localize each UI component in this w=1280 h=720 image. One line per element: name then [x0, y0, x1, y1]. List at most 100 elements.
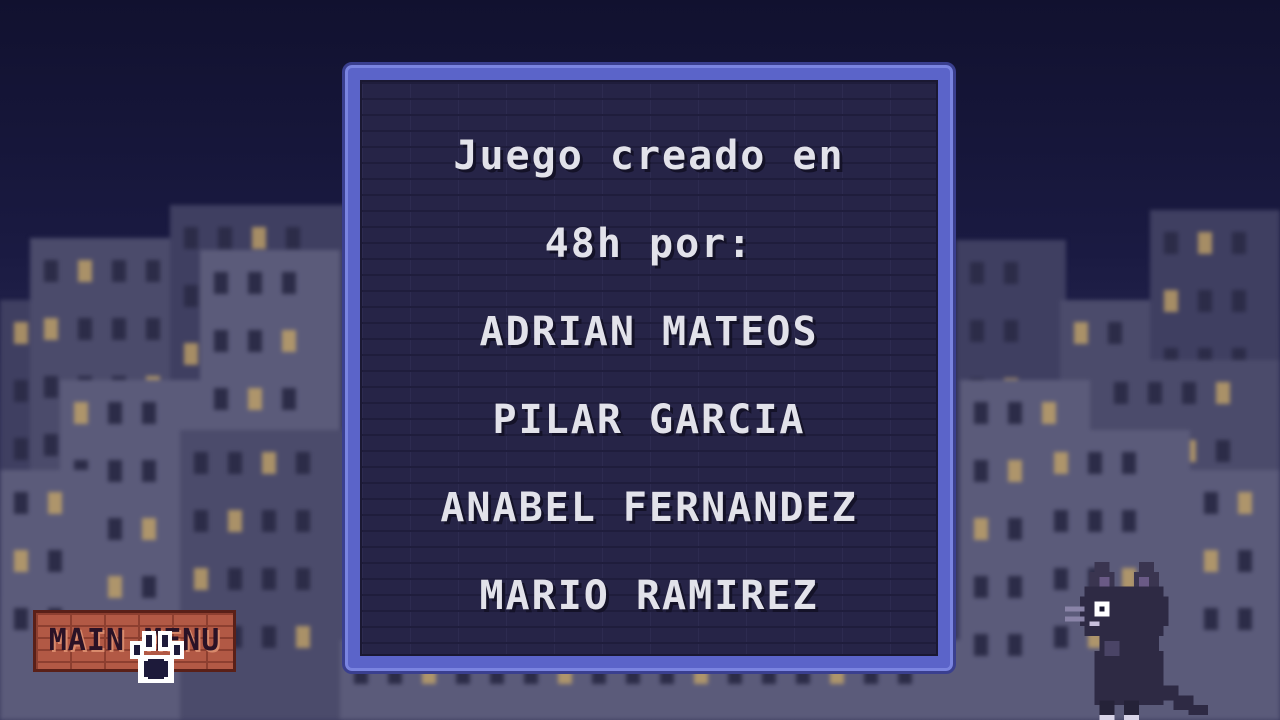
skyline-window — [1108, 322, 1122, 344]
skyline-window — [1074, 322, 1088, 344]
skyline-window — [262, 510, 276, 532]
skyline-window — [142, 518, 156, 540]
skyline-window — [282, 272, 296, 294]
skyline-window — [14, 322, 28, 344]
skyline-window — [1232, 290, 1246, 312]
skyline-window — [974, 634, 988, 656]
skyline-window — [108, 518, 122, 540]
skyline-window — [108, 576, 122, 598]
skyline-window — [1088, 510, 1102, 532]
skyline-building — [0, 470, 100, 720]
skyline-window — [14, 492, 28, 514]
skyline-window — [228, 452, 242, 474]
skyline-window — [1054, 510, 1068, 532]
skyline-building — [180, 430, 350, 720]
skyline-window — [1088, 452, 1102, 474]
skyline-window — [1148, 382, 1162, 404]
skyline-window — [974, 518, 988, 540]
skyline-window — [970, 320, 984, 342]
skyline-window — [262, 626, 276, 648]
skyline-window — [296, 452, 310, 474]
skyline-window — [296, 626, 310, 648]
skyline-window — [1198, 232, 1212, 254]
skyline-window — [1004, 320, 1018, 342]
skyline-window — [44, 318, 58, 340]
credits-heading-line-2: 48h por: — [544, 221, 754, 267]
skyline-window — [14, 608, 28, 630]
skyline-window — [14, 550, 28, 572]
credit-name-1: ADRIAN MATEOS — [479, 309, 819, 355]
skyline-window — [1054, 452, 1068, 474]
skyline-window — [194, 510, 208, 532]
credits-heading-line-1: Juego creado en — [453, 133, 845, 179]
skyline-window — [1122, 452, 1136, 474]
skyline-window — [194, 568, 208, 590]
skyline-window — [970, 262, 984, 284]
skyline-window — [248, 388, 262, 410]
skyline-window — [1004, 262, 1018, 284]
skyline-window — [44, 376, 58, 398]
skyline-window — [1216, 440, 1230, 462]
skyline-window — [1164, 290, 1178, 312]
cat-icon — [1064, 562, 1209, 720]
skyline-window — [194, 452, 208, 474]
skyline-window — [112, 318, 126, 340]
skyline-window — [974, 402, 988, 424]
skyline-window — [78, 318, 92, 340]
credits-board: Juego creado en 48h por: ADRIAN MATEOS P… — [360, 80, 938, 656]
skyline-window — [1238, 550, 1252, 572]
skyline-window — [1164, 232, 1178, 254]
skyline-window — [146, 260, 160, 282]
skyline-window — [286, 227, 300, 249]
paw-icon — [130, 631, 184, 683]
skyline-window — [184, 227, 198, 249]
skyline-window — [78, 260, 92, 282]
skyline-window — [1238, 608, 1252, 630]
skyline-window — [184, 343, 198, 365]
skyline-window — [48, 492, 62, 514]
credit-name-4: MARIO RAMIREZ — [479, 573, 819, 619]
skyline-window — [296, 568, 310, 590]
skyline-window — [228, 510, 242, 532]
skyline-window — [1008, 460, 1022, 482]
main-menu-button[interactable]: MAIN MENU — [33, 610, 236, 683]
skyline-window — [1008, 402, 1022, 424]
skyline-window — [974, 460, 988, 482]
skyline-window — [146, 318, 160, 340]
credit-name-3: ANABEL FERNANDEZ — [440, 485, 858, 531]
skyline-window — [214, 388, 228, 410]
skyline-window — [214, 330, 228, 352]
skyline-window — [296, 510, 310, 532]
skyline-window — [1238, 492, 1252, 514]
skyline-window — [228, 568, 242, 590]
skyline-window — [142, 460, 156, 482]
skyline-window — [44, 434, 58, 456]
skyline-window — [108, 402, 122, 424]
skyline-window — [14, 438, 28, 460]
skyline-window — [1114, 382, 1128, 404]
skyline-window — [184, 285, 198, 307]
skyline-window — [1232, 232, 1246, 254]
skyline-window — [74, 402, 88, 424]
skyline-window — [282, 388, 296, 410]
skyline-window — [44, 260, 58, 282]
skyline-window — [1182, 382, 1196, 404]
skyline-window — [252, 227, 266, 249]
skyline-window — [112, 260, 126, 282]
skyline-window — [262, 568, 276, 590]
skyline-window — [1042, 402, 1056, 424]
skyline-window — [48, 550, 62, 572]
skyline-window — [248, 330, 262, 352]
skyline-window — [262, 452, 276, 474]
skyline-window — [1008, 634, 1022, 656]
skyline-window — [14, 380, 28, 402]
skyline-window — [1008, 518, 1022, 540]
skyline-window — [974, 576, 988, 598]
credit-name-2: PILAR GARCIA — [492, 397, 806, 443]
skyline-window — [214, 272, 228, 294]
credits-panel: Juego creado en 48h por: ADRIAN MATEOS P… — [342, 62, 956, 674]
skyline-window — [142, 402, 156, 424]
skyline-window — [1198, 290, 1212, 312]
skyline-window — [218, 227, 232, 249]
credits-screen: Juego creado en 48h por: ADRIAN MATEOS P… — [0, 0, 1280, 720]
